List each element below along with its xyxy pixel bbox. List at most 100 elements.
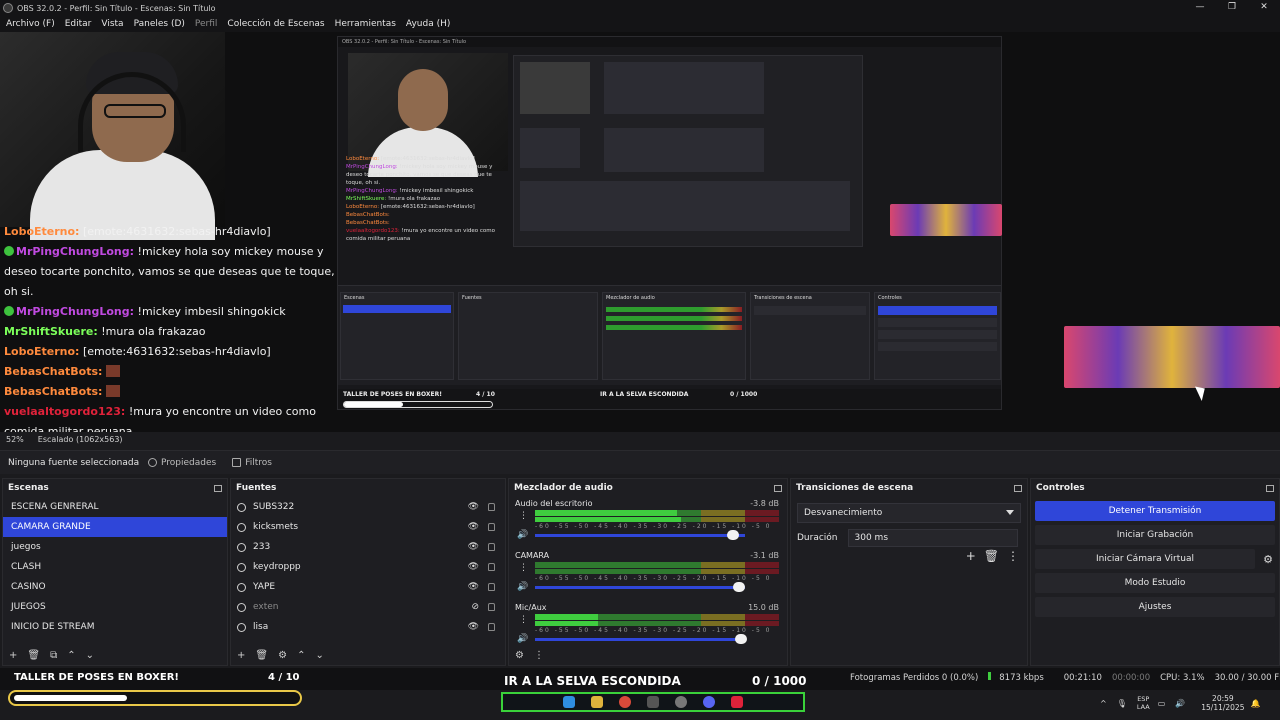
- volume-slider[interactable]: [535, 586, 745, 589]
- lock-icon[interactable]: [488, 543, 495, 551]
- more-options-icon[interactable]: ⋮: [519, 511, 528, 521]
- scene-item[interactable]: CAMARA GRANDE: [3, 517, 227, 537]
- notification-icon[interactable]: 🔔: [1250, 699, 1260, 708]
- eye-icon[interactable]: 👁: [468, 622, 479, 632]
- move-up-button[interactable]: ⌃: [67, 651, 75, 661]
- undock-icon[interactable]: [1014, 484, 1022, 492]
- lock-icon[interactable]: [488, 563, 495, 571]
- more-options-icon[interactable]: ⋮: [1007, 549, 1019, 563]
- language-indicator[interactable]: ESP LAA: [1137, 695, 1150, 711]
- eye-icon[interactable]: 👁: [468, 502, 479, 512]
- properties-button[interactable]: Propiedades: [148, 458, 216, 468]
- stop-streaming-button[interactable]: Detener Transmisión: [1035, 501, 1275, 521]
- program-preview[interactable]: LoboEterno: [emote:4631632:sebas-hr4diav…: [0, 32, 1280, 432]
- source-type-icon: [237, 562, 246, 572]
- source-item[interactable]: 233 👁: [231, 537, 505, 557]
- mixer-settings-button[interactable]: ⚙: [515, 651, 524, 661]
- scene-item[interactable]: CLASH: [3, 557, 227, 577]
- start-virtual-camera-button[interactable]: Iniciar Cámara Virtual: [1035, 549, 1255, 569]
- undock-icon[interactable]: [214, 484, 222, 492]
- move-down-button[interactable]: ⌄: [86, 651, 94, 661]
- volume-meter: [535, 562, 779, 568]
- scale-label[interactable]: Escalado (1062x563): [38, 435, 123, 444]
- eye-icon[interactable]: 👁: [468, 562, 479, 572]
- source-item[interactable]: exten ⊘: [231, 597, 505, 617]
- source-item[interactable]: lisa 👁: [231, 617, 505, 637]
- zoom-level[interactable]: 52%: [6, 435, 24, 444]
- obs-icon[interactable]: [675, 696, 687, 708]
- lock-icon[interactable]: [488, 623, 495, 631]
- network-icon[interactable]: ▭: [1158, 699, 1166, 708]
- source-item[interactable]: keydroppp 👁: [231, 557, 505, 577]
- menu-ayuda[interactable]: Ayuda (H): [406, 19, 450, 29]
- more-options-icon[interactable]: ⋮: [519, 563, 528, 573]
- delete-source-button[interactable]: 🗑: [255, 651, 268, 661]
- mixer-menu-button[interactable]: ⋮: [534, 651, 544, 661]
- microphone-icon[interactable]: 🎙: [1117, 699, 1127, 708]
- undock-icon[interactable]: [774, 484, 782, 492]
- volume-slider-handle[interactable]: [727, 530, 739, 540]
- menu-archivo[interactable]: Archivo (F): [6, 19, 55, 29]
- scene-item[interactable]: juegos: [3, 537, 227, 557]
- duration-input[interactable]: 300 ms: [847, 529, 1018, 547]
- volume-slider[interactable]: [535, 638, 745, 641]
- menu-herramientas[interactable]: Herramientas: [335, 19, 396, 29]
- minimize-button[interactable]: —: [1184, 0, 1216, 16]
- source-properties-button[interactable]: ⚙: [278, 651, 287, 661]
- menu-editar[interactable]: Editar: [65, 19, 92, 29]
- volume-icon[interactable]: 🔊: [1175, 699, 1185, 708]
- add-source-button[interactable]: +: [237, 651, 245, 661]
- source-item[interactable]: SUBS322 👁: [231, 497, 505, 517]
- add-scene-button[interactable]: +: [9, 651, 17, 661]
- settings-button[interactable]: Ajustes: [1035, 597, 1275, 617]
- filters-button[interactable]: Filtros: [232, 458, 272, 468]
- lock-icon[interactable]: [488, 503, 495, 511]
- discord-icon[interactable]: [703, 696, 715, 708]
- start-recording-button[interactable]: Iniciar Grabación: [1035, 525, 1275, 545]
- volume-slider-handle[interactable]: [735, 634, 747, 644]
- folder-icon[interactable]: [591, 696, 603, 708]
- delete-transition-button[interactable]: 🗑: [984, 549, 999, 563]
- gear-icon[interactable]: ⚙: [1257, 553, 1279, 566]
- speaker-icon[interactable]: 🔊: [517, 582, 528, 592]
- speaker-icon[interactable]: 🔊: [517, 530, 528, 540]
- menu-coleccion-escenas[interactable]: Colección de Escenas: [227, 19, 324, 29]
- windows-icon[interactable]: [563, 696, 575, 708]
- delete-scene-button[interactable]: 🗑: [27, 651, 40, 661]
- chevron-up-icon[interactable]: ^: [1100, 699, 1107, 708]
- clock[interactable]: 20:59 15/11/2025: [1201, 694, 1244, 712]
- add-transition-button[interactable]: +: [966, 549, 976, 563]
- move-down-button[interactable]: ⌄: [315, 651, 323, 661]
- steam-icon[interactable]: [647, 696, 659, 708]
- more-options-icon[interactable]: ⋮: [519, 615, 528, 625]
- brave-icon[interactable]: [731, 696, 743, 708]
- source-item[interactable]: kicksmets 👁: [231, 517, 505, 537]
- eye-icon[interactable]: 👁: [468, 522, 479, 532]
- move-up-button[interactable]: ⌃: [297, 651, 305, 661]
- undock-icon[interactable]: [1266, 484, 1274, 492]
- no-source-label: Ninguna fuente seleccionada: [8, 457, 140, 468]
- volume-slider-handle[interactable]: [733, 582, 745, 592]
- chrome-icon[interactable]: [619, 696, 631, 708]
- eye-icon[interactable]: 👁: [468, 582, 479, 592]
- volume-slider[interactable]: [535, 534, 745, 537]
- lock-icon[interactable]: [488, 583, 495, 591]
- close-button[interactable]: ✕: [1248, 0, 1280, 16]
- source-item[interactable]: YAPE 👁: [231, 577, 505, 597]
- speaker-icon[interactable]: 🔊: [517, 634, 528, 644]
- menu-perfil[interactable]: Perfil: [195, 19, 218, 29]
- lock-icon[interactable]: [488, 523, 495, 531]
- menu-vista[interactable]: Vista: [101, 19, 123, 29]
- scene-item[interactable]: ESCENA GENRERAL: [3, 497, 227, 517]
- eye-icon[interactable]: 👁: [468, 542, 479, 552]
- scene-filters-button[interactable]: ⧉: [50, 651, 57, 661]
- menu-paneles[interactable]: Paneles (D): [134, 19, 185, 29]
- eye-hidden-icon[interactable]: ⊘: [471, 602, 479, 612]
- studio-mode-button[interactable]: Modo Estudio: [1035, 573, 1275, 593]
- scene-item[interactable]: CASINO: [3, 577, 227, 597]
- maximize-button[interactable]: ❐: [1216, 0, 1248, 16]
- lock-icon[interactable]: [488, 603, 495, 611]
- scene-item[interactable]: INICIO DE STREAM: [3, 617, 227, 637]
- transition-select[interactable]: Desvanecimiento: [797, 503, 1021, 523]
- scene-item[interactable]: JUEGOS: [3, 597, 227, 617]
